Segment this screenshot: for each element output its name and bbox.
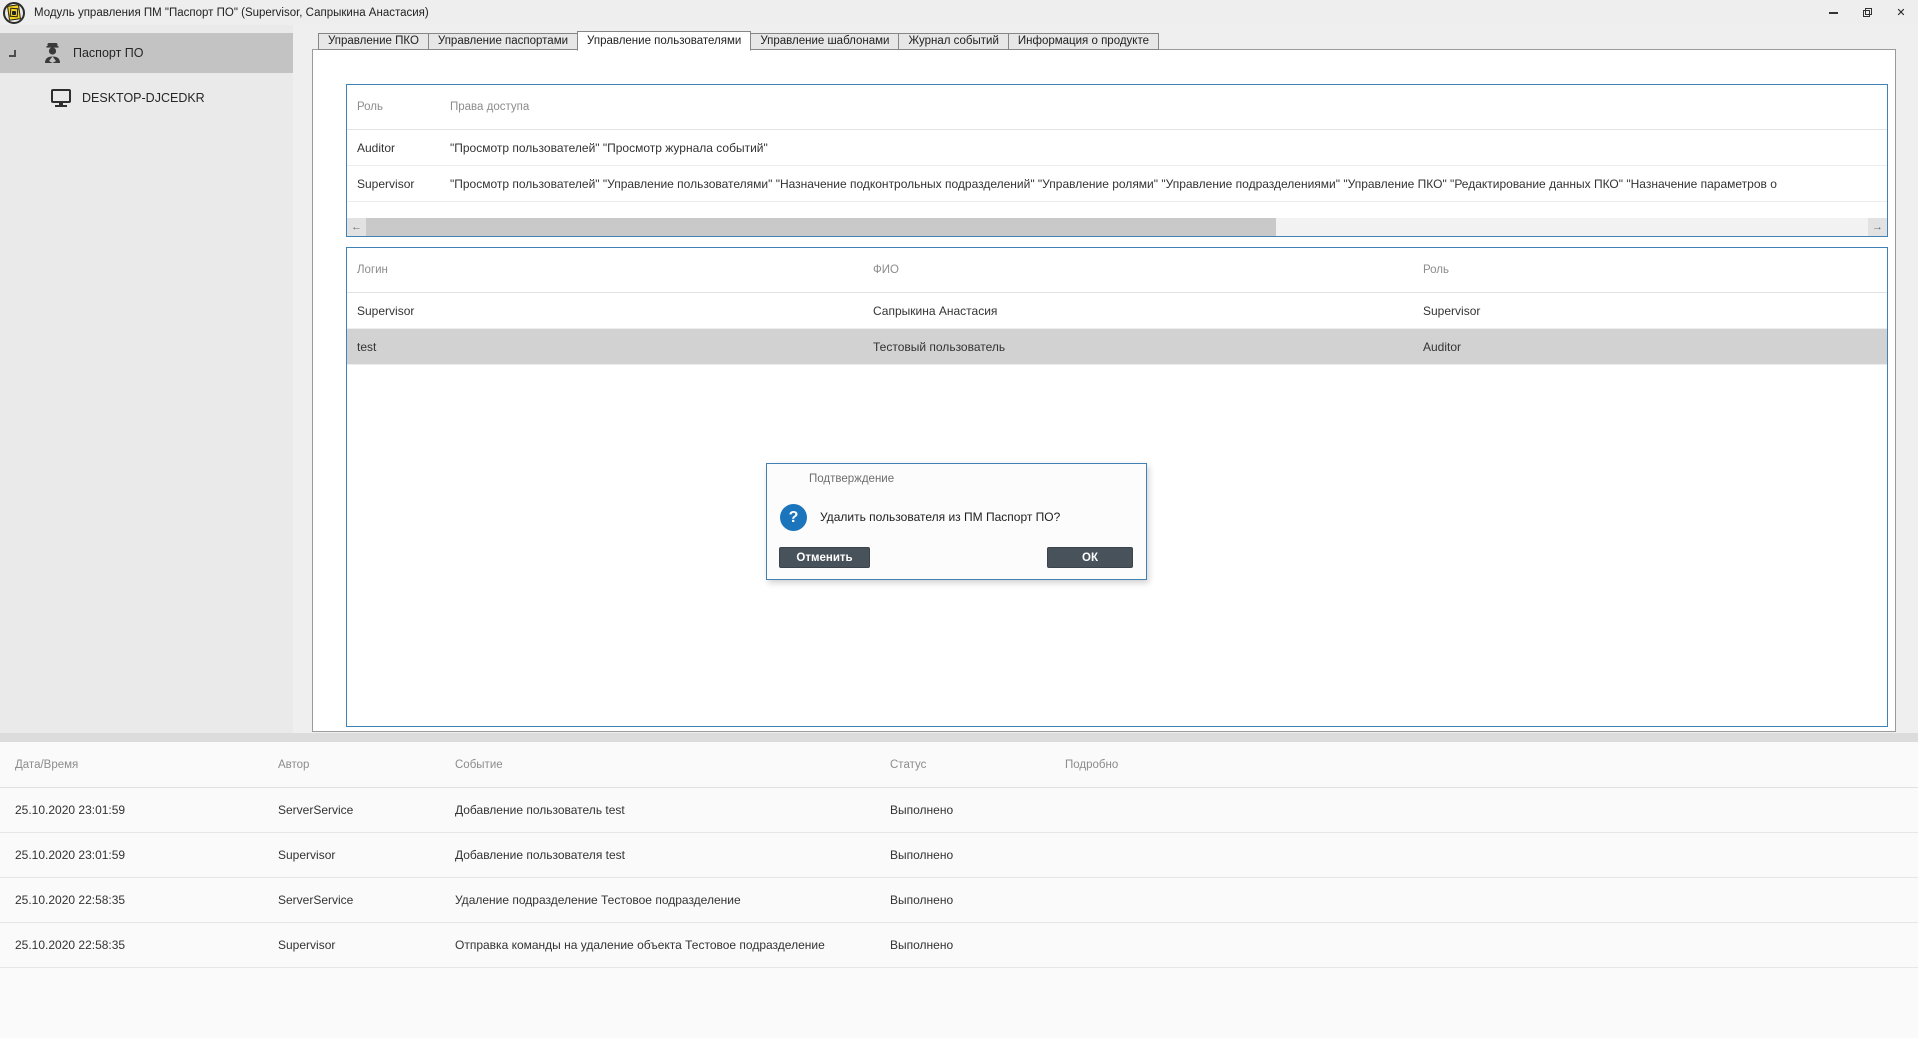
sidebar-item-passport-po[interactable]: Паспорт ПО: [0, 33, 293, 73]
title-bar: Модуль управления ПМ "Паспорт ПО" (Super…: [0, 0, 1918, 25]
role-cell: Supervisor: [357, 177, 450, 191]
close-button[interactable]: ✕: [1884, 0, 1918, 25]
tab-template-management[interactable]: Управление шаблонами: [750, 33, 899, 50]
scrollbar-thumb[interactable]: [366, 218, 1276, 236]
roles-table-header: Роль Права доступа: [347, 85, 1887, 130]
scroll-left-icon[interactable]: ←: [347, 218, 366, 236]
tab-event-log[interactable]: Журнал событий: [898, 33, 1008, 50]
column-header-datetime: Дата/Время: [15, 759, 278, 771]
scroll-right-icon[interactable]: →: [1868, 218, 1887, 236]
roles-table: Роль Права доступа Auditor "Просмотр пол…: [346, 84, 1888, 237]
role-cell: Auditor: [357, 141, 450, 155]
author-cell: Supervisor: [278, 938, 455, 952]
cancel-button[interactable]: Отменить: [779, 547, 870, 568]
tab-pko-management[interactable]: Управление ПКО: [318, 33, 429, 50]
close-icon: ✕: [1896, 6, 1905, 19]
login-cell: Supervisor: [357, 304, 873, 318]
dialog-title: Подтверждение: [809, 473, 894, 485]
table-row[interactable]: Supervisor Сапрыкина Анастасия Superviso…: [347, 293, 1887, 329]
restore-button[interactable]: [1850, 0, 1884, 25]
confirmation-dialog: Подтверждение ? Удалить пользователя из …: [766, 463, 1147, 580]
minimize-button[interactable]: [1816, 0, 1850, 25]
fio-cell: Тестовый пользователь: [873, 340, 1423, 354]
sidebar-item-desktop[interactable]: DESKTOP-DJCEDKR: [0, 80, 293, 115]
login-cell: test: [357, 340, 873, 354]
dialog-message: Удалить пользователя из ПМ Паспорт ПО?: [820, 510, 1060, 524]
sidebar-item-label: DESKTOP-DJCEDKR: [82, 91, 205, 105]
column-header-role: Роль: [1423, 264, 1887, 276]
role-cell: Supervisor: [1423, 304, 1887, 318]
column-header-author: Автор: [278, 759, 455, 771]
users-table-header: Логин ФИО Роль: [347, 248, 1887, 293]
author-cell: ServerService: [278, 803, 455, 817]
user-officer-icon: [43, 42, 62, 64]
column-header-details: Подробно: [1065, 759, 1918, 771]
rights-cell: "Просмотр пользователей" "Управление пол…: [450, 177, 1887, 191]
rights-cell: "Просмотр пользователей" "Просмотр журна…: [450, 141, 1887, 155]
tab-passport-management[interactable]: Управление паспортами: [428, 33, 578, 50]
event-cell: Добавление пользователь test: [455, 803, 890, 817]
event-log-section: Дата/Время Автор Событие Статус Подробно…: [0, 742, 1918, 1038]
event-cell: Удаление подразделение Тестовое подразде…: [455, 893, 890, 907]
datetime-cell: 25.10.2020 23:01:59: [15, 803, 278, 817]
minimize-icon: [1829, 12, 1838, 14]
app-logo-icon: [3, 2, 25, 24]
author-cell: ServerService: [278, 893, 455, 907]
question-icon: ?: [780, 504, 807, 531]
status-cell: Выполнено: [890, 893, 1065, 907]
column-header-login: Логин: [357, 264, 873, 276]
window-controls: ✕: [1816, 0, 1918, 25]
log-table-header: Дата/Время Автор Событие Статус Подробно: [0, 742, 1918, 788]
event-cell: Отправка команды на удаление объекта Тес…: [455, 938, 890, 952]
table-row[interactable]: Supervisor "Просмотр пользователей" "Упр…: [347, 166, 1887, 202]
ok-button[interactable]: ОК: [1047, 547, 1133, 568]
author-cell: Supervisor: [278, 848, 455, 862]
fio-cell: Сапрыкина Анастасия: [873, 304, 1423, 318]
datetime-cell: 25.10.2020 22:58:35: [15, 938, 278, 952]
log-row[interactable]: 25.10.2020 23:01:59 Supervisor Добавлени…: [0, 833, 1918, 878]
sidebar-item-label: Паспорт ПО: [73, 46, 144, 60]
horizontal-scrollbar[interactable]: ← →: [347, 218, 1887, 236]
tab-user-management[interactable]: Управление пользователями: [577, 31, 751, 51]
log-row[interactable]: 25.10.2020 22:58:35 ServerService Удален…: [0, 878, 1918, 923]
status-cell: Выполнено: [890, 938, 1065, 952]
log-row[interactable]: 25.10.2020 23:01:59 ServerService Добавл…: [0, 788, 1918, 833]
tab-product-info[interactable]: Информация о продукте: [1008, 33, 1159, 50]
tab-bar: Управление ПКО Управление паспортами Упр…: [318, 30, 1159, 50]
restore-icon: [1863, 8, 1872, 17]
column-header-fio: ФИО: [873, 264, 1423, 276]
column-header-rights: Права доступа: [450, 101, 1887, 113]
tab-content-panel: Роль Права доступа Auditor "Просмотр пол…: [312, 49, 1896, 732]
column-header-event: Событие: [455, 759, 890, 771]
column-header-status: Статус: [890, 759, 1065, 771]
monitor-icon: [51, 89, 71, 107]
datetime-cell: 25.10.2020 22:58:35: [15, 893, 278, 907]
status-cell: Выполнено: [890, 803, 1065, 817]
tree-expander-icon[interactable]: [9, 50, 16, 57]
sidebar: Паспорт ПО DESKTOP-DJCEDKR: [0, 25, 293, 733]
event-cell: Добавление пользователя test: [455, 848, 890, 862]
role-cell: Auditor: [1423, 340, 1887, 354]
status-cell: Выполнено: [890, 848, 1065, 862]
window-title: Модуль управления ПМ "Паспорт ПО" (Super…: [34, 7, 429, 19]
table-row[interactable]: Auditor "Просмотр пользователей" "Просмо…: [347, 130, 1887, 166]
table-row-selected[interactable]: test Тестовый пользователь Auditor: [347, 329, 1887, 365]
datetime-cell: 25.10.2020 23:01:59: [15, 848, 278, 862]
separator-strip: [0, 733, 1918, 742]
log-row[interactable]: 25.10.2020 22:58:35 Supervisor Отправка …: [0, 923, 1918, 968]
column-header-role: Роль: [357, 101, 450, 113]
